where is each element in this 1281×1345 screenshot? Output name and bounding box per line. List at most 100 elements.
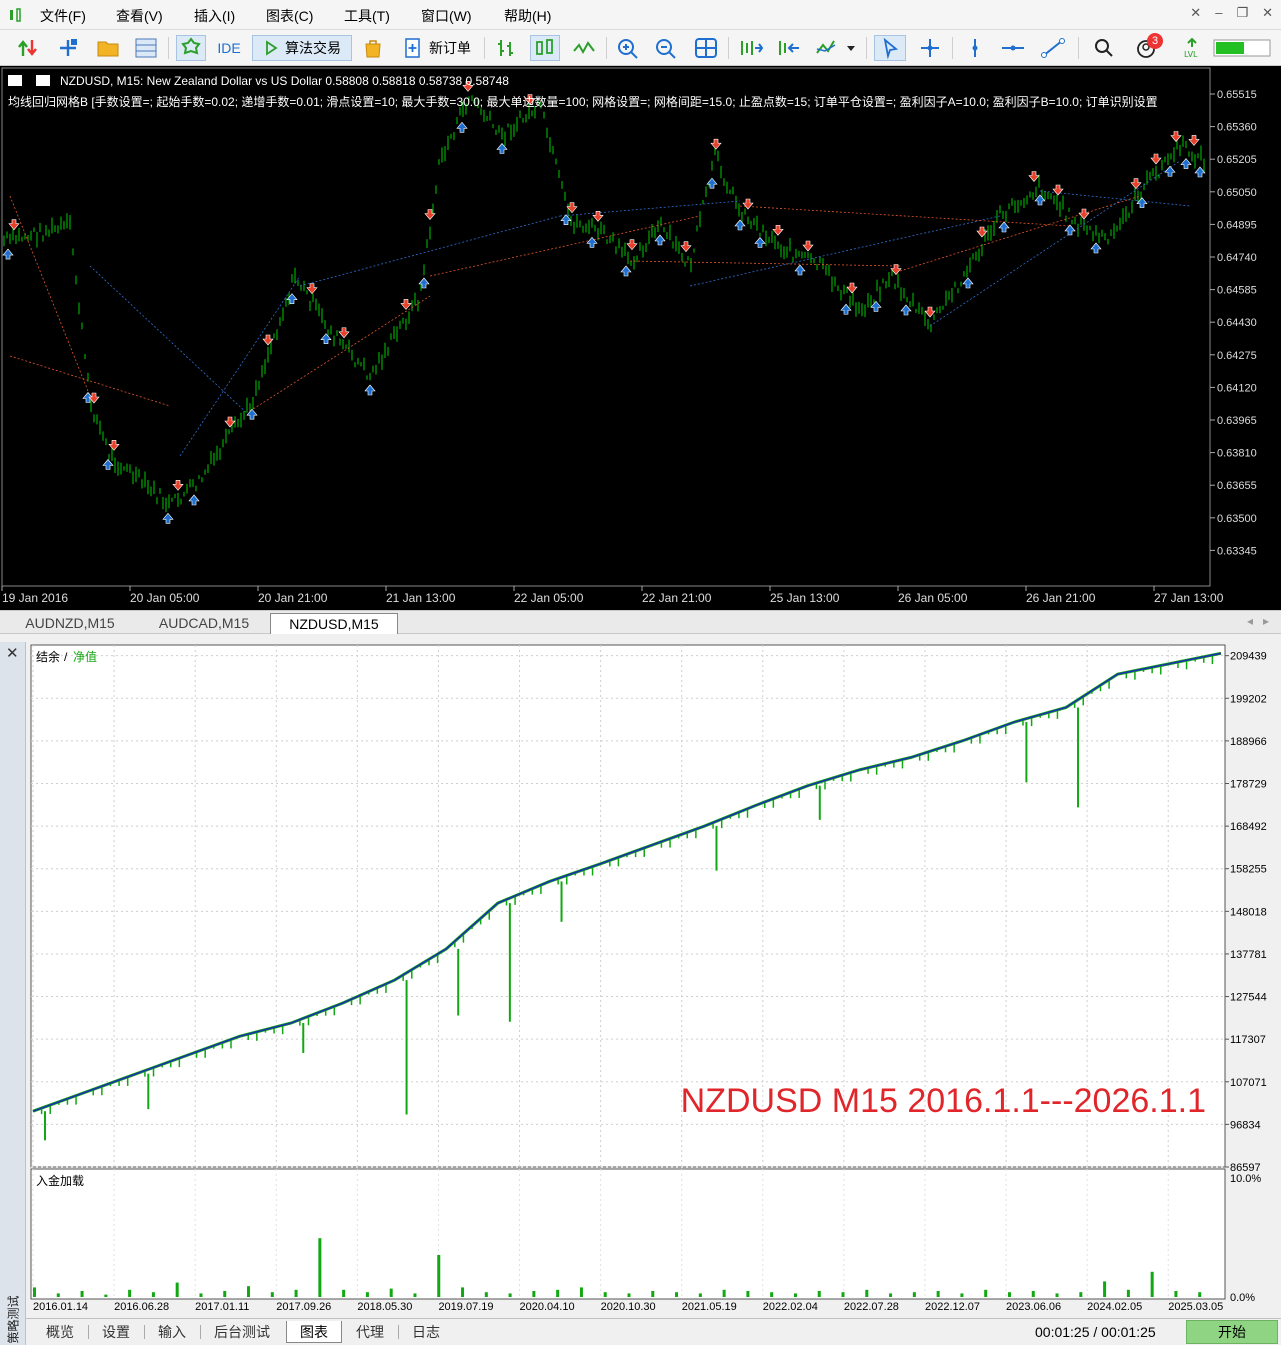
deposit-load-bar [936,1291,940,1297]
sell-arrow [8,219,20,231]
equity-graph[interactable]: 209439 199202 188966 178729 168492 158255 1480… [0,642,1281,1318]
balance-y-tick-label: 107071 [1230,1077,1267,1089]
chart-tab-nzdusd[interactable]: NZDUSD,M15 [270,613,398,634]
autoscroll-icon[interactable] [774,35,804,61]
tab-scroll-arrows[interactable]: ◂ ▸ [1247,614,1269,628]
buy-arrow [560,214,572,225]
tab-graph[interactable]: 图表 [286,1321,342,1343]
deposit-load-bar [175,1282,179,1297]
tab-inputs[interactable]: 输入 [144,1321,200,1343]
trade-arrows [2,81,1206,524]
algo-trading-button[interactable]: 算法交易 [252,35,352,61]
crosshair-icon[interactable] [916,35,944,61]
bar-chart-icon[interactable] [492,35,520,61]
trade-link-line [899,195,1141,272]
scroll-right-icon[interactable] [736,35,766,61]
deposit-load-bar [698,1293,702,1297]
flag-icon [8,75,22,86]
one-click-trading-icon[interactable] [14,35,42,61]
add-icon[interactable] [54,35,82,61]
chart-tab-audcad[interactable]: AUDCAD,M15 [140,613,268,634]
menu-view[interactable]: 查看(V) [116,6,163,26]
buy-arrow [654,234,666,246]
buy-arrow [962,277,974,289]
sell-arrow [224,416,236,428]
deposit-load-bar [294,1289,298,1297]
ide-button[interactable]: IDE [214,35,244,61]
deposit-load-bar [461,1287,465,1297]
tile-windows-icon[interactable] [692,35,720,61]
deposit-load-bar [33,1287,36,1297]
buy-arrow [2,248,14,260]
menu-help[interactable]: 帮助(H) [504,6,551,26]
trade-link-line [629,260,901,267]
deposit-load-bar [413,1293,417,1297]
menu-file[interactable]: 文件(F) [40,6,86,26]
line-chart-icon[interactable] [570,35,598,61]
minimize-icon[interactable]: – [1215,5,1222,20]
deposit-load-bar [223,1291,227,1297]
tab-overview[interactable]: 概览 [32,1321,88,1343]
load-tick-max: 10.0% [1230,1173,1261,1185]
tab-agents[interactable]: 代理 [342,1321,398,1343]
price-tick-label: 0.63345 [1217,545,1257,557]
time-tick-label: 26 Jan 05:00 [898,591,968,605]
new-order-button[interactable]: 新订单 [396,35,478,61]
date-tick-label: 2017.09.26 [276,1301,331,1313]
deposit-load-bar [1079,1292,1083,1297]
chart-tab-audnzd[interactable]: AUDNZD,M15 [6,613,134,634]
time-tick-label: 21 Jan 13:00 [386,591,456,605]
price-chart-window[interactable]: 0.65515 0.65360 0.65205 0.65050 0.64895 0.647… [0,66,1281,610]
vertical-line-icon[interactable] [962,35,988,61]
deposit-load-bar [484,1292,488,1297]
notification-badge: 3 [1147,33,1163,49]
tab-journal[interactable]: 日志 [398,1321,454,1343]
date-tick-label: 2020.04.10 [520,1301,575,1313]
sell-arrow [626,239,638,251]
search-icon[interactable] [1090,35,1118,61]
balance-y-tick-label: 117307 [1230,1034,1266,1046]
price-chart[interactable]: 0.65515 0.65360 0.65205 0.65050 0.64895 0.647… [0,66,1281,610]
sell-arrow [108,440,120,451]
strategy-tester-icon[interactable] [132,35,160,61]
buy-arrow [754,237,766,248]
trend-line-icon[interactable] [1038,35,1068,61]
indicators-icon[interactable] [812,35,858,61]
horizontal-line-icon[interactable] [998,35,1028,61]
start-button[interactable]: 开始 [1186,1320,1278,1344]
menu-charts[interactable]: 图表(C) [266,6,313,26]
tab-settings[interactable]: 设置 [88,1321,144,1343]
tab-backtest[interactable]: 后台测试 [200,1321,284,1343]
deposit-load-bar [128,1289,132,1297]
new-order-label: 新订单 [429,40,471,56]
sell-arrow [400,299,412,310]
zoom-in-icon[interactable] [614,35,642,61]
sell-arrow [1028,171,1040,182]
bag-icon[interactable] [360,35,386,61]
menu-insert[interactable]: 插入(I) [194,6,235,26]
folder-icon[interactable] [94,35,122,61]
deposit-load-bar [793,1293,797,1297]
balance-y-tick-label: 199202 [1230,693,1267,705]
buy-arrow [1164,165,1176,177]
trade-link-line [249,295,431,412]
ea-params: 均线回归网格B [手数设置=; 起始手数=0.02; 递增手数=0.01; 滑点… [8,94,1158,109]
close-icon[interactable]: ✕ [1262,5,1273,20]
cursor-icon[interactable] [874,35,906,61]
price-tick-label: 0.65205 [1217,154,1257,166]
menu-tools[interactable]: 工具(T) [344,6,390,26]
price-tick-label: 0.65515 [1217,89,1257,101]
signal-icon[interactable]: LVL [1178,35,1206,61]
menu-window[interactable]: 窗口(W) [421,6,472,26]
zoom-out-icon[interactable] [652,35,680,61]
candle-series [3,95,1205,513]
restore-icon[interactable]: ❐ [1236,5,1248,20]
sell-arrow [172,480,184,491]
market-icon[interactable] [176,35,206,61]
time-tick-label: 25 Jan 13:00 [770,591,840,605]
date-tick-label: 2016.06.28 [114,1301,169,1313]
deposit-load-plot-area [30,1168,1226,1300]
pin-icon[interactable]: ✕ [1190,5,1201,20]
account-icon[interactable]: 3 [1130,33,1164,61]
candlestick-icon[interactable] [530,35,560,61]
